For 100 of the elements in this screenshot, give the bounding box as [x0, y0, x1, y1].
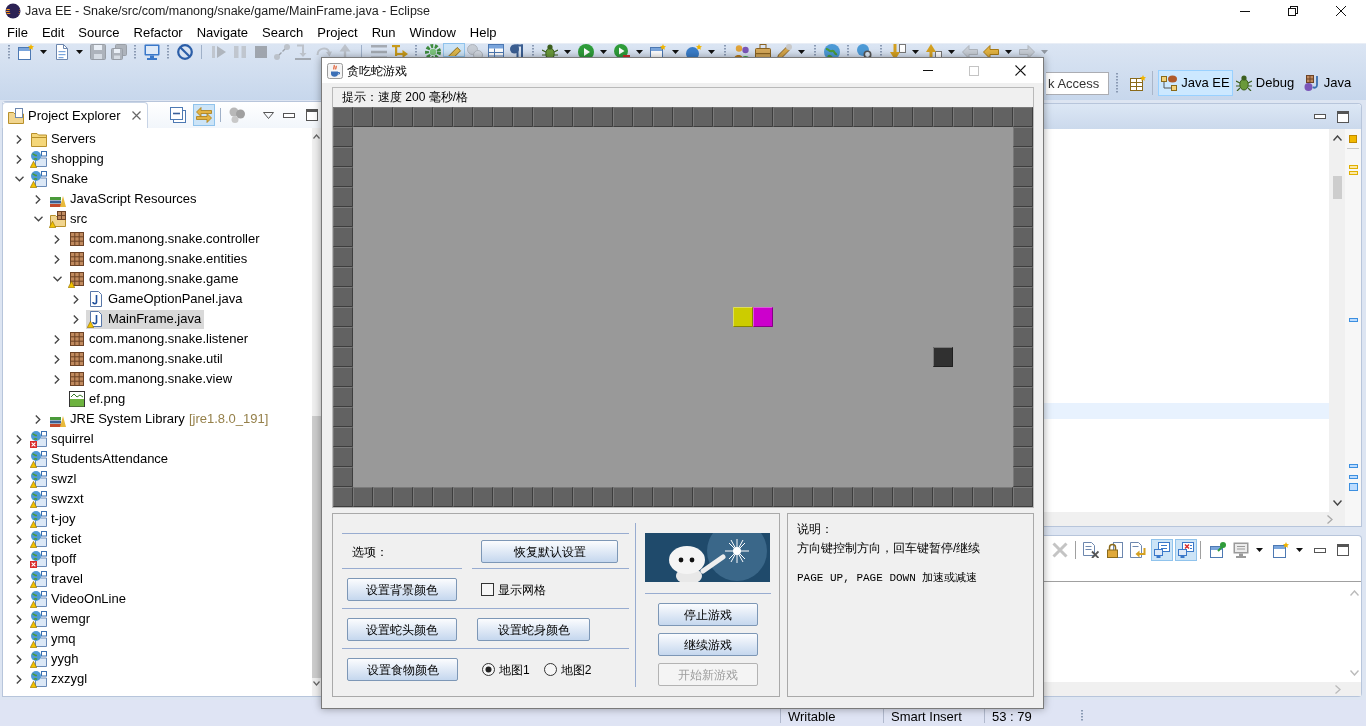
restore-icon[interactable] [1288, 6, 1298, 16]
page-x-icon[interactable] [1083, 542, 1099, 558]
tree-item[interactable]: swzxt [29, 489, 87, 509]
tree-item[interactable]: com.manong.snake.game [67, 269, 242, 289]
tree-item[interactable]: ticket [29, 529, 85, 549]
option-button[interactable]: 设置蛇头颜色 [347, 618, 457, 641]
show-grid-checkbox[interactable]: 显示网格 [481, 580, 546, 599]
menu-item[interactable]: Edit [34, 22, 72, 43]
tree-item[interactable]: StudentsAttendance [29, 449, 172, 469]
tree-item[interactable]: t-joy [29, 509, 79, 529]
monitor-icon[interactable] [1233, 542, 1249, 558]
grip-handle-icon[interactable] [1081, 709, 1083, 723]
scrollbar[interactable] [1044, 512, 1345, 526]
chevron-right-icon[interactable] [54, 374, 60, 384]
circle-star-icon[interactable] [685, 44, 702, 57]
caret-icon[interactable] [798, 50, 805, 54]
monitor-lines-icon[interactable] [1151, 539, 1173, 561]
chevron-right-icon[interactable] [16, 494, 22, 504]
circles-icon[interactable] [228, 107, 245, 123]
grip-handle-icon[interactable] [134, 44, 136, 60]
grip-handle-icon[interactable] [724, 44, 726, 57]
caret-icon[interactable] [912, 50, 919, 54]
caret-icon[interactable] [76, 50, 83, 54]
caret-icon[interactable] [564, 50, 571, 54]
quick-access-field[interactable]: k Access [1046, 71, 1109, 95]
tree-item[interactable]: ef.png [67, 389, 129, 409]
monitor-x-icon[interactable] [1175, 539, 1197, 561]
menu-item[interactable]: Project [310, 22, 365, 43]
chevron-right-icon[interactable] [73, 314, 79, 324]
menu-item[interactable]: Source [71, 22, 127, 43]
play-circle-toolbox-icon[interactable] [613, 44, 630, 57]
chevron-right-icon[interactable] [16, 574, 22, 584]
option-button[interactable]: 设置食物颜色 [347, 658, 458, 681]
page-icon[interactable] [53, 44, 70, 60]
option-button[interactable]: 恢复默认设置 [481, 540, 618, 563]
caret-icon[interactable] [672, 50, 679, 54]
lock-icon[interactable] [1107, 542, 1123, 558]
tree-item[interactable]: com.manong.snake.entities [67, 249, 251, 269]
people-icon[interactable] [733, 44, 750, 57]
map-radio[interactable]: 地图2 [543, 660, 592, 679]
chevron-right-icon[interactable] [16, 454, 22, 464]
chevron-right-icon[interactable] [16, 534, 22, 544]
scrollbar[interactable] [312, 128, 321, 696]
chevron-down-icon[interactable] [14, 176, 24, 182]
menu-item[interactable]: File [0, 22, 35, 43]
radio-icon[interactable] [482, 663, 495, 676]
pencil-icon[interactable] [775, 44, 792, 57]
tree-item[interactable]: com.manong.snake.util [67, 349, 226, 369]
chevron-down-icon[interactable] [313, 681, 320, 686]
grip-handle-icon[interactable] [880, 44, 882, 57]
scrollbar[interactable] [1044, 682, 1361, 696]
minimize-icon[interactable] [283, 112, 295, 118]
tree-item[interactable]: Snake [29, 169, 91, 189]
caret-icon[interactable] [1296, 548, 1303, 552]
pen-icon[interactable] [442, 43, 465, 57]
table-star-icon[interactable] [1130, 75, 1146, 91]
option-button[interactable]: 设置蛇身颜色 [477, 618, 590, 641]
caret-icon[interactable] [1256, 548, 1263, 552]
grip-handle-icon[interactable] [1116, 72, 1118, 94]
chevron-right-icon[interactable] [16, 134, 22, 144]
chevron-right-icon[interactable] [54, 254, 60, 264]
chevron-right-icon[interactable] [16, 594, 22, 604]
window-pin-icon[interactable] [1210, 542, 1226, 558]
scrollbar-thumb[interactable] [312, 416, 321, 678]
tree-item[interactable]: zxzygl [29, 669, 91, 689]
chevron-right-icon[interactable] [54, 334, 60, 344]
perspective-button[interactable]: Debug [1233, 70, 1297, 96]
chevron-right-icon[interactable] [16, 474, 22, 484]
scrollbar-thumb[interactable] [1332, 176, 1342, 199]
chevron-right-icon[interactable] [73, 294, 79, 304]
caret-icon[interactable] [1005, 50, 1012, 54]
maximize-icon[interactable] [1337, 544, 1349, 556]
chevron-right-icon[interactable] [16, 434, 22, 444]
chevron-right-icon[interactable] [54, 354, 60, 364]
window-icon[interactable] [1273, 542, 1289, 558]
grip-handle-icon[interactable] [847, 44, 849, 57]
page-arrow-icon[interactable] [1130, 542, 1146, 558]
tree-item[interactable]: com.manong.snake.controller [67, 229, 263, 249]
gear-icon[interactable] [424, 44, 441, 57]
menu-item[interactable]: Navigate [189, 22, 255, 43]
menu-item[interactable]: Refactor [126, 22, 190, 43]
arrow-left-icon[interactable] [982, 44, 999, 57]
grip-handle-icon[interactable] [167, 44, 169, 60]
grip-handle-icon[interactable] [8, 44, 10, 60]
caret-icon[interactable] [948, 50, 955, 54]
caret-icon[interactable] [600, 50, 607, 54]
tree-item[interactable]: JavaScript Resources [48, 189, 200, 209]
chevron-down-icon[interactable] [52, 276, 62, 282]
map-radio[interactable]: 地图1 [482, 660, 530, 679]
minimize-icon[interactable] [1314, 114, 1326, 119]
checkbox-icon[interactable] [481, 583, 494, 596]
game-button[interactable]: 停止游戏 [657, 603, 758, 626]
chevron-up-icon[interactable] [1332, 135, 1342, 141]
chevron-right-icon[interactable] [16, 634, 22, 644]
tree-item[interactable]: swzl [29, 469, 80, 489]
tree-item[interactable]: wemgr [29, 609, 93, 629]
tree-item[interactable]: MainFrame.java [86, 309, 205, 329]
arrow-down-icon[interactable] [889, 44, 906, 57]
perspective-button[interactable]: Java EE [1158, 70, 1233, 96]
grip-handle-icon[interactable] [532, 44, 534, 57]
